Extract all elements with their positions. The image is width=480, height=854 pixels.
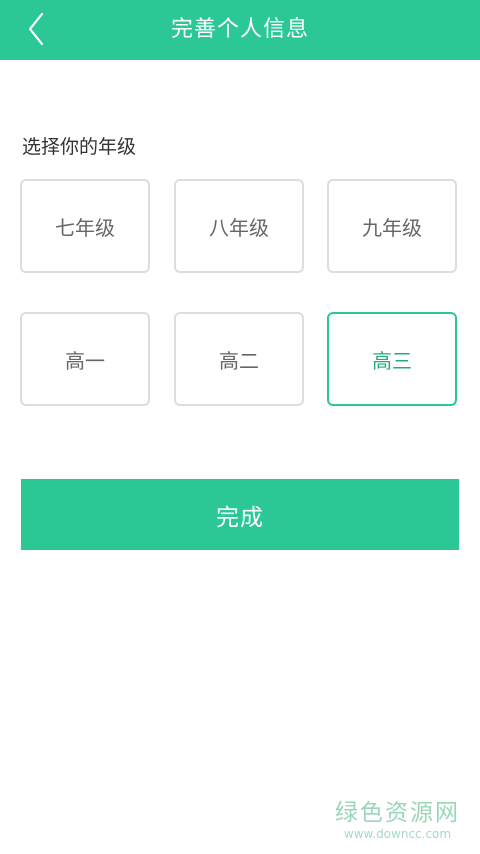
grade-option-9[interactable]: 九年级 <box>327 179 457 273</box>
grade-option-senior-2[interactable]: 高二 <box>174 312 304 406</box>
watermark-text: 绿色资源网 <box>335 800 460 826</box>
grade-option-8[interactable]: 八年级 <box>174 179 304 273</box>
page-title: 完善个人信息 <box>170 17 309 42</box>
watermark: 绿色资源网 www.downcc.com <box>335 800 460 842</box>
grade-option-senior-1[interactable]: 高一 <box>20 312 150 406</box>
watermark-url: www.downcc.com <box>343 827 452 841</box>
grade-option-7[interactable]: 七年级 <box>20 179 150 273</box>
top-bar: 完善个人信息 <box>0 0 480 60</box>
complete-button[interactable]: 完成 <box>21 479 459 550</box>
grade-option-senior-3[interactable]: 高三 <box>327 312 457 406</box>
grade-section-label: 选择你的年级 <box>22 136 137 158</box>
